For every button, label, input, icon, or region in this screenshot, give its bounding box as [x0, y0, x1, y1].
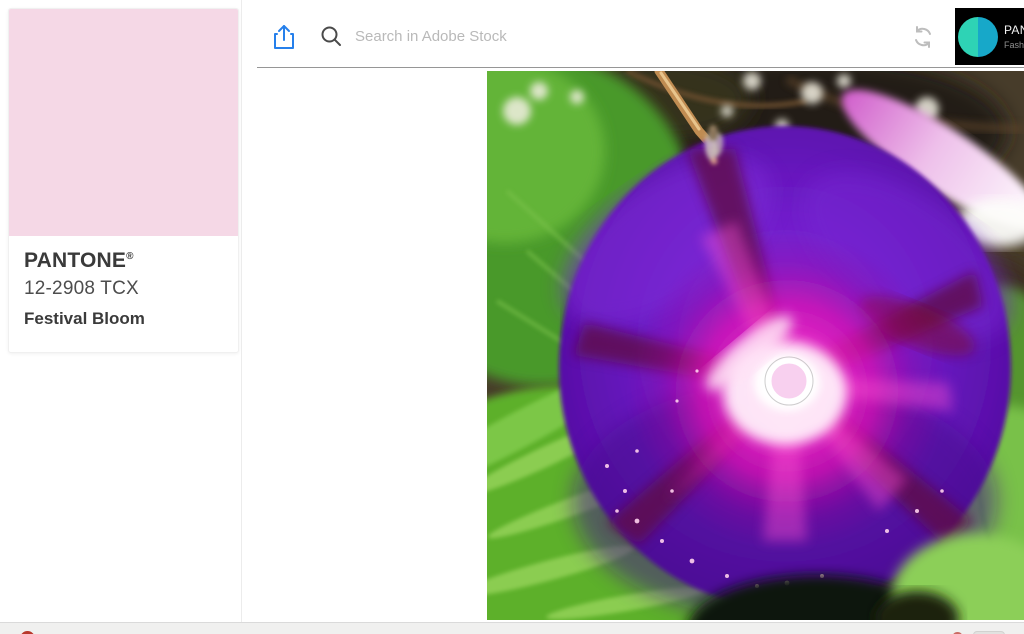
search-icon: [320, 25, 342, 47]
pantone-color-name: Festival Bloom: [24, 309, 223, 329]
color-picker-loupe: [765, 357, 813, 405]
avatar-left-half: [958, 17, 978, 57]
palette-avatar: [958, 17, 998, 57]
search-field[interactable]: [320, 18, 880, 54]
badge-text: PAN Fash: [1004, 23, 1024, 50]
flower-photo: [487, 71, 1024, 620]
color-swatch: [9, 9, 238, 236]
sidebar: PANTONE® 12-2908 TCX Festival Bloom: [0, 0, 241, 622]
pantone-color-card[interactable]: PANTONE® 12-2908 TCX Festival Bloom: [8, 8, 239, 353]
photo-canvas[interactable]: [487, 71, 1024, 620]
profile-badge[interactable]: PAN Fash: [955, 8, 1024, 65]
pantone-code: 12-2908 TCX: [24, 278, 223, 300]
badge-title: PAN: [1004, 23, 1024, 37]
registered-mark: ®: [126, 251, 134, 262]
refresh-sync-icon[interactable]: [911, 25, 935, 49]
top-bar: PAN Fash: [242, 0, 1024, 67]
bottom-bar: [0, 622, 1024, 634]
pantone-card-text: PANTONE® 12-2908 TCX Festival Bloom: [9, 236, 238, 329]
pantone-brand: PANTONE®: [24, 249, 223, 273]
sidebar-divider: [241, 0, 242, 622]
share-export-icon[interactable]: [272, 24, 296, 50]
search-input[interactable]: [355, 28, 835, 45]
picker-sample: [769, 361, 809, 401]
avatar-right-half: [978, 17, 998, 57]
badge-subtitle: Fash: [1004, 40, 1024, 50]
app-window: PANTONE® 12-2908 TCX Festival Bloom: [0, 0, 1024, 634]
topbar-divider: [257, 67, 1024, 68]
